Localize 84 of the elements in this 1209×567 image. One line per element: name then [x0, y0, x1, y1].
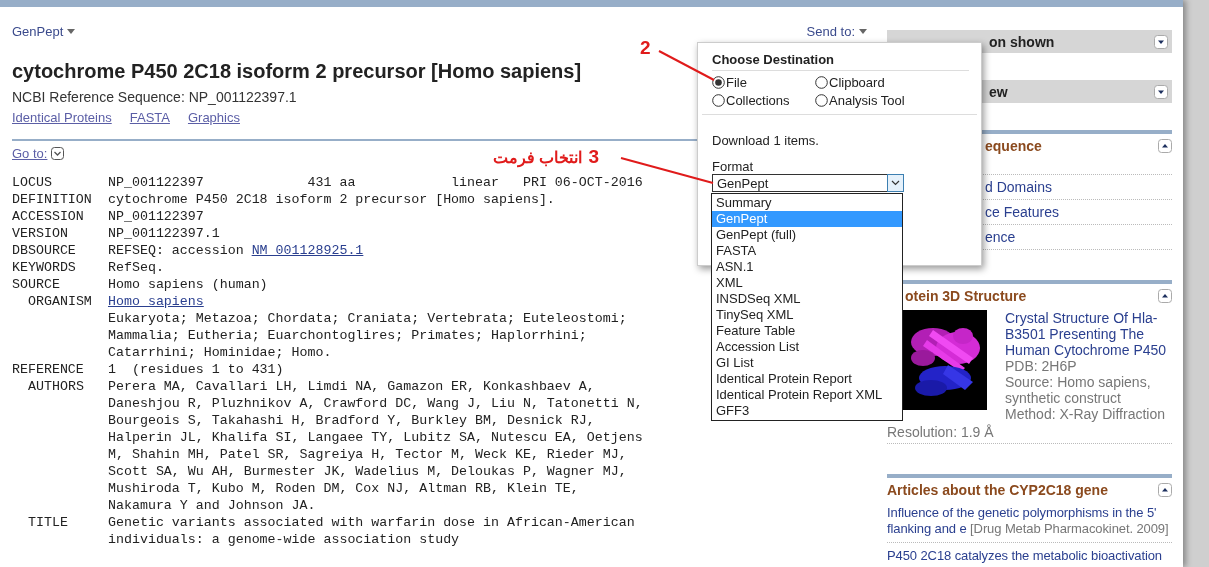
destination-radio[interactable]: Collections	[712, 93, 815, 108]
field-value: cytochrome P450 2C18 isoform 2 precursor [Homo sapiens].	[108, 192, 555, 207]
field-value: Daneshjou R, Pluzhnikov A, Crawford DC, Wang J, Liu N, Tatonetti N,	[108, 396, 643, 411]
radio-icon	[815, 76, 828, 89]
field-label: TITLE	[28, 515, 68, 530]
field-label: DEFINITION	[12, 192, 92, 207]
field-value: NP_001122397	[108, 209, 204, 224]
radio-icon	[712, 94, 725, 107]
record-link[interactable]: Homo sapiens	[108, 294, 204, 309]
field-value: Catarrhini; Hominidae; Homo.	[108, 345, 332, 360]
format-option[interactable]: INSDSeq XML	[712, 291, 902, 307]
popup-title: Choose Destination	[712, 52, 969, 71]
caret-icon	[859, 29, 867, 34]
collapse-icon[interactable]	[1158, 483, 1172, 497]
field-value: Mammalia; Eutheria; Euarchontoglires; Primates; Haplorrhini;	[108, 328, 587, 343]
field-value: Genetic variants associated with warfarin dose in African-American	[108, 515, 635, 530]
go-to-link[interactable]: Go to:	[12, 146, 48, 161]
download-message: Download 1 items.	[712, 133, 820, 148]
format-option[interactable]: GI List	[712, 355, 902, 371]
field-value: 1 (residues 1 to 431)	[108, 362, 284, 377]
step-number: 2	[640, 37, 651, 59]
structure-detail: Method: X-Ray Diffraction	[1005, 406, 1167, 422]
reference-sequence: NCBI Reference Sequence: NP_001122397.1	[12, 89, 297, 105]
field-value: Perera MA, Cavallari LH, Limdi NA, Gamazon ER, Konkashbaev A,	[108, 379, 595, 394]
format-option[interactable]: ASN.1	[712, 259, 902, 275]
format-option[interactable]: Accession List	[712, 339, 902, 355]
send-to-menu[interactable]: Send to:	[806, 24, 867, 39]
field-value: Scott SA, Wu AH, Burmester JK, Wadelius M, Deloukas P, Wagner MJ,	[108, 464, 627, 479]
field-value: NP_001122397.1	[108, 226, 220, 241]
field-value: REFSEQ: accession	[108, 243, 244, 258]
field-value: M, Shahin MH, Patel SR, Sagreiya H, Tector M, Weck KE, Rieder MJ,	[108, 447, 627, 462]
field-label: SOURCE	[12, 277, 60, 292]
step-number: 3	[588, 146, 600, 168]
collapse-icon[interactable]	[1158, 289, 1172, 303]
field-label: AUTHORS	[28, 379, 84, 394]
field-value: Nakamura Y and Johnson JA.	[108, 498, 316, 513]
structure-resolution: Resolution: 1.9 Å	[887, 422, 1172, 444]
collapse-icon[interactable]	[1158, 139, 1172, 153]
structure-detail: PDB: 2H6P	[1005, 358, 1078, 374]
database-menu[interactable]: GenPept	[12, 24, 76, 39]
related-link[interactable]: FASTA	[129, 110, 170, 125]
radio-icon	[815, 94, 828, 107]
field-value: Mushiroda T, Kubo M, Roden DM, Cox NJ, Altman RB, Klein TE,	[108, 481, 579, 496]
field-label: LOCUS	[12, 175, 52, 190]
format-select[interactable]: GenPept	[712, 174, 904, 192]
section-title: equence	[984, 138, 1042, 154]
format-option[interactable]: Identical Protein Report XML	[712, 387, 902, 403]
section-title: Articles about the CYP2C18 gene	[887, 482, 1108, 498]
expand-icon[interactable]	[1154, 34, 1168, 49]
field-value: Eukaryota; Metazoa; Chordata; Craniata; Vertebrata; Euteleostomi;	[108, 311, 627, 326]
field-value: Halperin JL, Khalifa SI, Langaee TY, Lubitz SA, Nutescu EA, Oetjens	[108, 430, 643, 445]
article-item[interactable]: P450 2C18 catalyzes the metabolic bioactivation	[887, 547, 1172, 567]
field-value: Homo sapiens (human)	[108, 277, 268, 292]
related-link[interactable]: Graphics	[187, 110, 240, 125]
format-option[interactable]: Feature Table	[712, 323, 902, 339]
step-caption: انتخاب فرمت	[493, 147, 583, 167]
field-label: ORGANISM	[28, 294, 92, 309]
article-item[interactable]: Influence of the genetic polymorphisms in the 5' flanking and e [Drug Metab Pharmacokinet. 2009]	[887, 504, 1172, 543]
radio-icon	[712, 76, 725, 89]
format-option[interactable]: Identical Protein Report	[712, 371, 902, 387]
format-option[interactable]: GFF3	[712, 403, 902, 419]
chevron-down-icon	[891, 180, 900, 186]
caret-icon	[67, 29, 76, 34]
field-label: REFERENCE	[12, 362, 84, 377]
field-label: VERSION	[12, 226, 68, 241]
format-option[interactable]: TinySeq XML	[712, 307, 902, 323]
page-title: cytochrome P450 2C18 isoform 2 precursor [Homo sapiens]	[12, 59, 582, 83]
field-label: KEYWORDS	[12, 260, 76, 275]
format-label: Format	[712, 159, 755, 174]
related-link[interactable]: Identical Proteins	[12, 110, 112, 125]
destination-radio[interactable]: File	[712, 75, 815, 90]
chevron-down-icon[interactable]	[51, 147, 65, 160]
field-value: Bourgeois S, Takahashi H, Bradford Y, Burkley BM, Desnick RJ,	[108, 413, 595, 428]
record-link[interactable]: NM_001128925.1	[251, 243, 364, 258]
field-label: DBSOURCE	[12, 243, 76, 258]
field-value: individuals: a genome-wide association study	[108, 532, 460, 547]
structure-name[interactable]: Crystal Structure Of Hla-B3501 Presenting The Human Cytochrome P450	[1005, 310, 1172, 358]
structure-detail: Source: Homo sapiens, synthetic construct	[1005, 374, 1152, 406]
expand-icon[interactable]	[1154, 84, 1168, 99]
field-value: RefSeq.	[108, 260, 164, 275]
field-label: ACCESSION	[12, 209, 84, 224]
section-title: otein 3D Structure	[904, 288, 1027, 304]
format-option[interactable]: XML	[712, 275, 902, 291]
field-value: NP_001122397 431 aa linear PRI 06-OCT-2016	[108, 175, 643, 190]
